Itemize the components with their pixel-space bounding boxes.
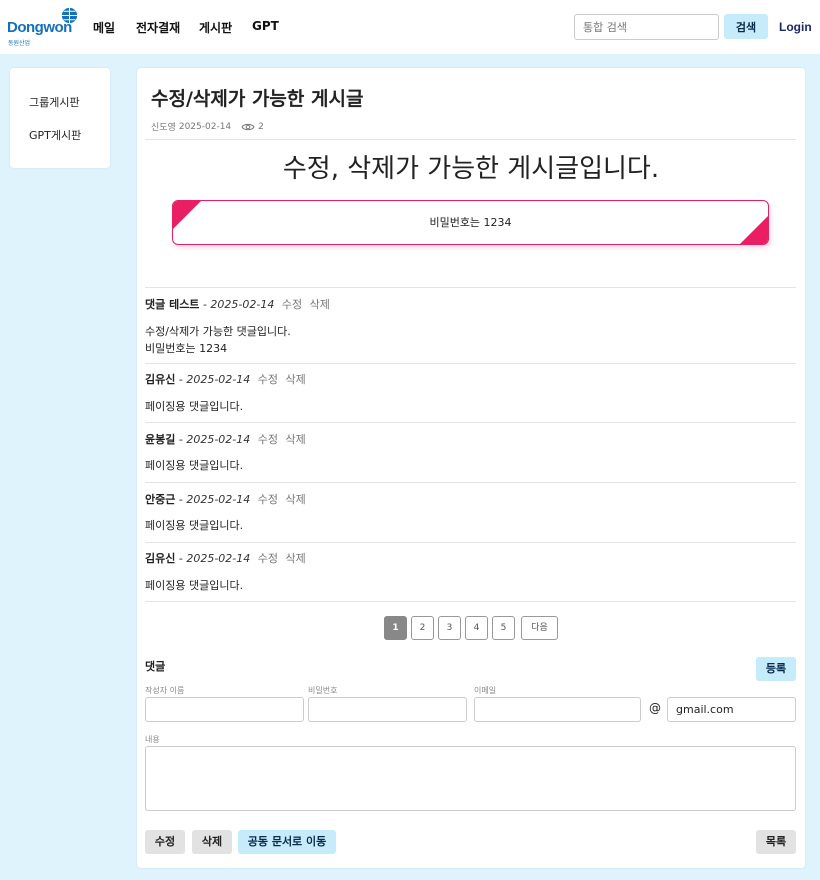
comment-header: 윤봉길 - 2025-02-14 수정 삭제 [145,433,306,446]
nav-approval[interactable]: 전자결재 [136,19,180,36]
comment-body: 페이징용 댓글입니다. [145,579,244,592]
comment-header: 김유신 - 2025-02-14 수정 삭제 [145,552,306,565]
logo-subtext: 동원산업 [8,40,31,47]
post-date: 2025-02-14 [178,121,232,132]
comment-body: 페이징용 댓글입니다. [145,519,244,532]
name-label: 작성자 이름 [145,686,185,695]
page-button-5[interactable]: 5 [492,616,515,640]
search-input[interactable] [574,14,719,40]
post-card: 수정/삭제가 가능한 게시글 신도영 2025-02-14 2 수정, 삭제가 … [137,68,805,868]
comment-delete-link[interactable]: 삭제 [286,373,306,386]
content-label: 내용 [145,735,160,744]
delete-post-button[interactable]: 삭제 [192,830,232,854]
comment-author: 김유신 [145,552,176,565]
comment-body: 수정/삭제가 가능한 댓글입니다. 비밀번호는 1234 [145,323,291,357]
comment-edit-link[interactable]: 수정 [258,552,278,565]
comment-delete-link[interactable]: 삭제 [310,298,330,311]
nav-board[interactable]: 게시판 [199,19,232,36]
comment-author: 윤봉길 [145,433,176,446]
at-sign: @ [649,701,661,715]
sidebar-item-group-board[interactable]: 그룹게시판 [29,94,80,110]
password-label: 비밀번호 [308,686,338,695]
divider [145,482,796,483]
notice-text: 비밀번호는 1234 [429,216,512,229]
comment-date: 2025-02-14 [186,373,251,386]
page-button-3[interactable]: 3 [438,616,461,640]
divider [145,139,796,140]
comment-edit-link[interactable]: 수정 [258,433,278,446]
logo[interactable]: Dongwon 동원산업 [7,7,81,47]
post-views: 2 [258,121,264,132]
sidebar-item-gpt-board[interactable]: GPT게시판 [29,127,81,143]
comment-date: 2025-02-14 [210,298,275,311]
comment-submit-button[interactable]: 등록 [756,657,796,681]
page-button-1[interactable]: 1 [384,616,407,640]
top-navbar: Dongwon 동원산업 메일 전자결재 게시판 GPT 검색 Login [0,0,820,54]
divider [145,422,796,423]
comment-form-title: 댓글 [145,660,166,673]
comment-body: 페이징용 댓글입니다. [145,459,244,472]
comment-content-textarea[interactable] [145,746,796,811]
comment-body: 페이징용 댓글입니다. [145,400,244,413]
corner-decoration [173,201,201,229]
comment-author: 김유신 [145,373,176,386]
comment-delete-link[interactable]: 삭제 [286,552,306,565]
comment-header: 김유신 - 2025-02-14 수정 삭제 [145,373,306,386]
comment-date: 2025-02-14 [186,552,251,565]
comment-header: 안중근 - 2025-02-14 수정 삭제 [145,493,306,506]
divider [145,287,796,288]
divider [145,363,796,364]
divider [145,601,796,602]
post-title: 수정/삭제가 가능한 게시글 [151,88,364,110]
eye-icon [241,123,255,130]
page-button-4[interactable]: 4 [465,616,488,640]
password-input[interactable] [308,697,467,722]
email-label: 이메일 [474,686,497,695]
comment-date: 2025-02-14 [186,493,251,506]
search-button[interactable]: 검색 [724,14,768,39]
post-meta: 신도영 2025-02-14 2 [151,120,264,134]
edit-post-button[interactable]: 수정 [145,830,185,854]
corner-decoration [740,216,768,244]
login-link[interactable]: Login [779,20,812,34]
post-author: 신도영 [151,123,176,133]
comment-delete-link[interactable]: 삭제 [286,433,306,446]
notice-box: 비밀번호는 1234 [172,200,769,245]
comment-line: 비밀번호는 1234 [145,342,228,355]
comment-edit-link[interactable]: 수정 [258,493,278,506]
nav-mail[interactable]: 메일 [93,19,115,36]
sidebar: 그룹게시판 GPT게시판 [10,68,110,168]
comment-author: 댓글 테스트 [145,298,200,311]
author-name-input[interactable] [145,697,304,722]
pagination: 1 2 3 4 5 다음 [384,616,562,640]
comment-header: 댓글 테스트 - 2025-02-14 수정 삭제 [145,298,330,311]
comment-line: 수정/삭제가 가능한 댓글입니다. [145,325,291,338]
list-button[interactable]: 목록 [756,830,796,854]
page-button-2[interactable]: 2 [411,616,434,640]
divider [145,542,796,543]
comment-edit-link[interactable]: 수정 [258,373,278,386]
comment-edit-link[interactable]: 수정 [282,298,302,311]
nav-gpt[interactable]: GPT [252,19,279,33]
comment-date: 2025-02-14 [186,433,251,446]
email-domain-select[interactable]: gmail.com [667,697,796,722]
move-to-shared-docs-button[interactable]: 공동 문서로 이동 [238,830,336,854]
comment-delete-link[interactable]: 삭제 [286,493,306,506]
comment-author: 안중근 [145,493,176,506]
email-input[interactable] [474,697,641,722]
next-page-button[interactable]: 다음 [521,616,558,640]
logo-text: Dongwon [7,19,72,36]
post-headline: 수정, 삭제가 가능한 게시글입니다. [282,154,660,184]
